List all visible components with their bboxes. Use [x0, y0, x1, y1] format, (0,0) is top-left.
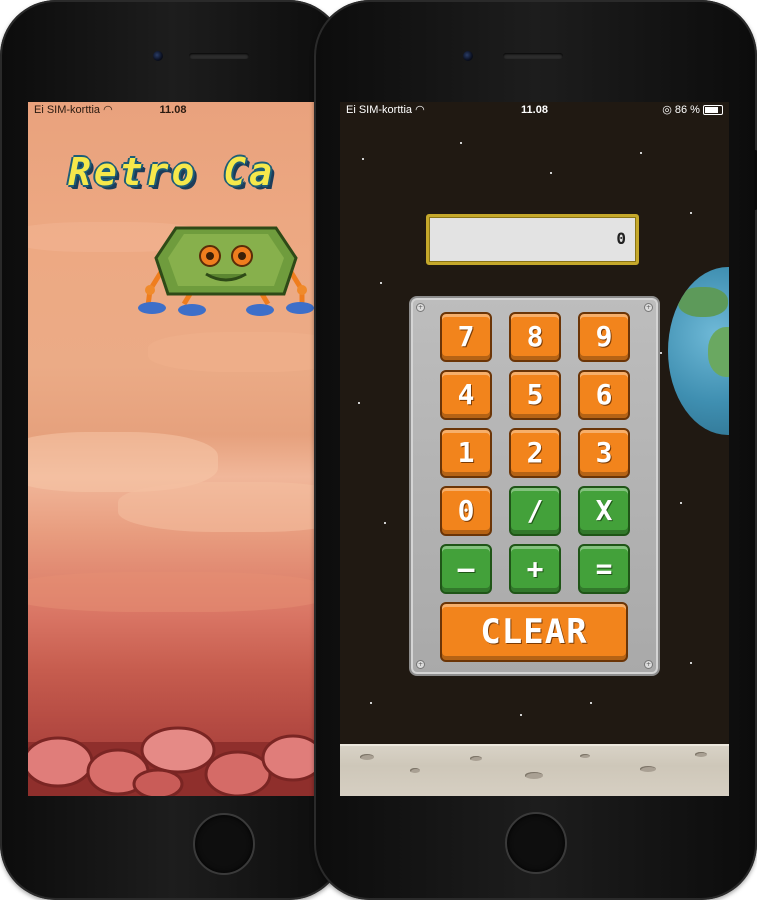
key-7-button[interactable]: 7 [440, 312, 492, 362]
front-camera-icon [153, 51, 163, 61]
crater [695, 752, 707, 757]
screw-icon: + [416, 303, 425, 312]
moon-ground [340, 744, 729, 796]
right-status-bar: Ei SIM-korttia ◠ 11.08 ◎ 86 % [340, 102, 729, 118]
crater [470, 756, 482, 761]
key-1-button[interactable]: 1 [440, 428, 492, 478]
robot-lander-icon [138, 226, 314, 316]
clock: 11.08 [159, 104, 187, 116]
game-title: Retro Ca [68, 150, 276, 194]
minus-button[interactable]: — [440, 544, 492, 594]
right-screen: Ei SIM-korttia ◠ 11.08 ◎ 86 % 0 + + + + … [340, 102, 729, 796]
key-3-button[interactable]: 3 [578, 428, 630, 478]
equals-button[interactable]: = [578, 544, 630, 594]
right-phone: Ei SIM-korttia ◠ 11.08 ◎ 86 % 0 + + + + … [314, 0, 757, 900]
star [550, 172, 552, 174]
star [358, 402, 360, 404]
planet-land [678, 287, 728, 317]
clear-button[interactable]: CLEAR [440, 602, 628, 662]
rocky-ground [28, 726, 318, 796]
planet [668, 267, 729, 435]
key-8-button[interactable]: 8 [509, 312, 561, 362]
crater [580, 754, 590, 758]
key-2-button[interactable]: 2 [509, 428, 561, 478]
key-6-button[interactable]: 6 [578, 370, 630, 420]
battery-icon [703, 105, 723, 116]
cloud [118, 482, 318, 532]
cloud [148, 332, 318, 372]
star [384, 522, 386, 524]
divide-button[interactable]: / [509, 486, 561, 536]
screw-icon: + [644, 303, 653, 312]
left-phone: Ei SIM-korttia ◠ 11.08 Retro Ca [0, 0, 345, 900]
orientation-lock-icon: ◎ [662, 104, 672, 116]
keypad-panel: + + + + 7 8 9 4 5 6 1 2 3 0 / X — + = CL… [409, 296, 660, 676]
front-camera-icon [463, 51, 473, 61]
star [640, 152, 642, 154]
key-0-button[interactable]: 0 [440, 486, 492, 536]
screw-icon: + [644, 660, 653, 669]
home-button[interactable] [193, 813, 255, 875]
calculator-display: 0 [426, 214, 639, 265]
star [660, 352, 662, 354]
home-button[interactable] [505, 812, 567, 874]
key-9-button[interactable]: 9 [578, 312, 630, 362]
crater [410, 768, 420, 773]
left-status-bar: Ei SIM-korttia ◠ 11.08 [28, 102, 318, 118]
star [690, 662, 692, 664]
planet-land [708, 327, 729, 377]
left-screen: Ei SIM-korttia ◠ 11.08 Retro Ca [28, 102, 318, 796]
crater [360, 754, 374, 760]
star [460, 142, 462, 144]
multiply-button[interactable]: X [578, 486, 630, 536]
star [680, 502, 682, 504]
earpiece-speaker [189, 53, 249, 59]
star [380, 282, 382, 284]
star [362, 158, 364, 160]
star [690, 212, 692, 214]
earpiece-speaker [503, 53, 563, 59]
star [370, 702, 372, 704]
cloud [28, 572, 318, 612]
screw-icon: + [416, 660, 425, 669]
plus-button[interactable]: + [509, 544, 561, 594]
battery-indicator: ◎ 86 % [662, 102, 723, 118]
star [520, 714, 522, 716]
crater [525, 772, 543, 779]
star [590, 702, 592, 704]
key-4-button[interactable]: 4 [440, 370, 492, 420]
crater [640, 766, 656, 772]
display-value: 0 [616, 229, 626, 248]
key-5-button[interactable]: 5 [509, 370, 561, 420]
